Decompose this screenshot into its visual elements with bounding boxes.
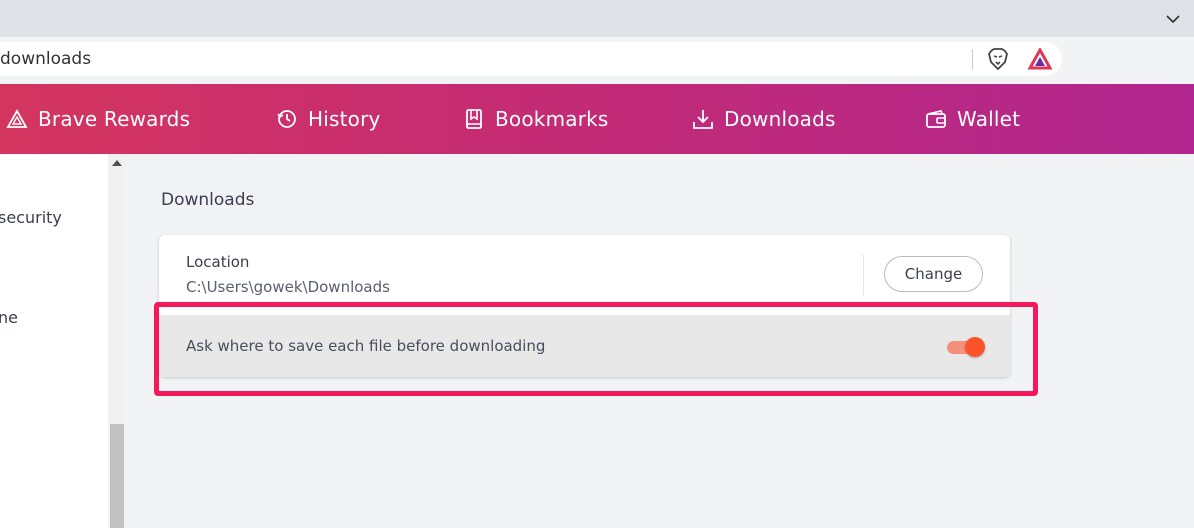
section-title: Downloads	[161, 190, 255, 210]
sidebar-item-partial[interactable]: ne	[0, 308, 18, 327]
brave-shields-icon[interactable]	[986, 47, 1010, 71]
change-location-button[interactable]: Change	[884, 256, 983, 292]
sidebar-scrollbar[interactable]	[108, 154, 126, 528]
nav-item-label: Downloads	[724, 107, 836, 131]
nav-item-wallet[interactable]: Wallet	[925, 84, 1020, 154]
location-divider	[863, 255, 864, 295]
location-path: C:\Users\gowek\Downloads	[186, 278, 390, 296]
settings-nav-bar: Brave Rewards History Bookmarks Download…	[0, 84, 1194, 154]
nav-item-label: Brave Rewards	[38, 107, 191, 131]
nav-item-label: History	[308, 107, 381, 131]
address-bar-url[interactable]: downloads	[0, 49, 91, 69]
nav-item-label: Wallet	[957, 107, 1021, 131]
nav-item-label: Bookmarks	[495, 107, 609, 131]
tab-strip	[0, 0, 1194, 37]
address-bar-divider	[972, 49, 973, 69]
location-label: Location	[186, 253, 250, 271]
scrollbar-thumb[interactable]	[110, 424, 124, 528]
nav-item-brave-rewards[interactable]: Brave Rewards	[6, 84, 190, 154]
highlight-annotation-box	[154, 302, 1038, 396]
chevron-down-icon[interactable]	[1164, 10, 1182, 28]
nav-item-downloads[interactable]: Downloads	[692, 84, 836, 154]
brave-rewards-icon	[6, 109, 28, 128]
browser-toolbar: downloads	[0, 37, 1194, 84]
nav-item-history[interactable]: History	[276, 84, 381, 154]
downloads-icon	[693, 110, 713, 129]
nav-item-bookmarks[interactable]: Bookmarks	[463, 84, 609, 154]
bookmarks-icon	[466, 109, 482, 129]
address-bar[interactable]: downloads	[0, 42, 1062, 76]
brave-rewards-bat-icon[interactable]	[1028, 48, 1052, 70]
history-icon	[277, 110, 296, 128]
sidebar-item-security[interactable]: security	[0, 208, 62, 227]
settings-sidebar: security ne	[0, 154, 108, 528]
wallet-icon	[926, 110, 946, 128]
scroll-up-arrow-icon[interactable]	[112, 160, 122, 166]
